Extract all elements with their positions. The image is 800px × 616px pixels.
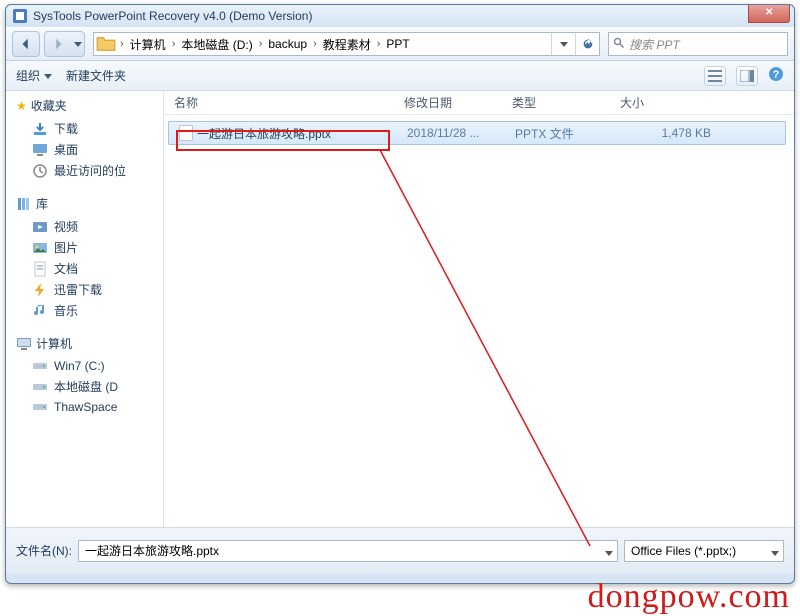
breadcrumb-item[interactable]: 本地磁盘 (D:) (177, 36, 256, 53)
breadcrumb-item[interactable]: backup (264, 37, 311, 51)
sidebar-item-downloads[interactable]: 下载 (16, 118, 159, 139)
file-list: 名称 修改日期 类型 大小 一起游日本旅游攻略.pptx 2018/11/28 … (164, 91, 794, 527)
sidebar-item-videos[interactable]: 视频 (16, 216, 159, 237)
drive-icon (32, 399, 48, 415)
breadcrumb-item[interactable]: 教程素材 (319, 36, 375, 53)
new-folder-button[interactable]: 新建文件夹 (66, 67, 126, 84)
file-name: 一起游日本旅游攻略.pptx (197, 125, 331, 142)
col-date[interactable]: 修改日期 (404, 94, 512, 111)
sidebar-item-thunder[interactable]: 迅雷下载 (16, 279, 159, 300)
nav-history-dropdown[interactable] (71, 31, 85, 57)
back-button[interactable] (12, 31, 40, 57)
forward-button[interactable] (44, 31, 72, 57)
file-icon (179, 125, 193, 141)
sidebar-item-drive-c[interactable]: Win7 (C:) (16, 356, 159, 376)
search-icon (613, 37, 625, 52)
organize-menu[interactable]: 组织 (16, 67, 52, 84)
file-date: 2018/11/28 ... (407, 126, 515, 140)
preview-pane-button[interactable] (736, 66, 758, 86)
col-type[interactable]: 类型 (512, 94, 620, 111)
refresh-button[interactable] (575, 33, 599, 55)
filename-input[interactable]: 一起游日本旅游攻略.pptx (78, 540, 618, 562)
drive-icon (32, 379, 48, 395)
col-size[interactable]: 大小 (620, 94, 720, 111)
sidebar-item-documents[interactable]: 文档 (16, 258, 159, 279)
app-icon (12, 8, 28, 24)
thunder-icon (32, 282, 48, 298)
breadcrumb-item[interactable]: 计算机 (126, 36, 170, 53)
file-row[interactable]: 一起游日本旅游攻略.pptx 2018/11/28 ... PPTX 文件 1,… (168, 121, 786, 145)
recent-icon (32, 163, 48, 179)
favorites-header[interactable]: ★ 收藏夹 (16, 97, 159, 114)
window-controls (749, 5, 790, 23)
titlebar: SysTools PowerPoint Recovery v4.0 (Demo … (6, 5, 794, 27)
help-button[interactable]: ? (768, 66, 784, 85)
document-icon (32, 261, 48, 277)
download-icon (32, 121, 48, 137)
search-input[interactable]: 搜索 PPT (608, 32, 788, 56)
sidebar-item-recent[interactable]: 最近访问的位 (16, 160, 159, 181)
column-headers[interactable]: 名称 修改日期 类型 大小 (164, 91, 794, 115)
library-icon (16, 196, 32, 212)
svg-text:?: ? (773, 69, 780, 81)
file-size: 1,478 KB (623, 126, 723, 140)
breadcrumb-dropdown[interactable] (551, 33, 575, 55)
drive-icon (32, 358, 48, 374)
navigation-bar: › 计算机 › 本地磁盘 (D:) › backup › 教程素材 › PPT … (6, 27, 794, 61)
desktop-icon (32, 142, 48, 158)
breadcrumb[interactable]: › 计算机 › 本地磁盘 (D:) › backup › 教程素材 › PPT (93, 32, 600, 56)
libraries-header[interactable]: 库 (16, 195, 159, 212)
col-name[interactable]: 名称 (174, 94, 404, 111)
music-icon (32, 303, 48, 319)
chevron-down-icon[interactable] (605, 546, 613, 560)
search-placeholder: 搜索 PPT (629, 36, 680, 53)
toolbar: 组织 新建文件夹 ? (6, 61, 794, 91)
footer: 文件名(N): 一起游日本旅游攻略.pptx Office Files (*.p… (6, 527, 794, 573)
sidebar-item-music[interactable]: 音乐 (16, 300, 159, 321)
sidebar: ★ 收藏夹 下载 桌面 最近访问的位 库 视频 图片 文档 迅雷下载 音乐 (6, 91, 164, 527)
sidebar-item-thawspace[interactable]: ThawSpace (16, 397, 159, 417)
file-dialog-window: SysTools PowerPoint Recovery v4.0 (Demo … (5, 4, 795, 584)
chevron-down-icon[interactable] (771, 546, 779, 560)
folder-icon (96, 34, 116, 54)
computer-icon (16, 336, 32, 352)
filetype-dropdown[interactable]: Office Files (*.pptx;) (624, 540, 784, 562)
file-type: PPTX 文件 (515, 125, 623, 142)
video-icon (32, 219, 48, 235)
sidebar-item-drive-d[interactable]: 本地磁盘 (D (16, 376, 159, 397)
star-icon: ★ (16, 99, 27, 113)
window-title: SysTools PowerPoint Recovery v4.0 (Demo … (33, 9, 312, 23)
filename-label: 文件名(N): (16, 542, 72, 559)
computer-header[interactable]: 计算机 (16, 335, 159, 352)
sidebar-item-desktop[interactable]: 桌面 (16, 139, 159, 160)
breadcrumb-item[interactable]: PPT (382, 37, 413, 51)
close-button[interactable] (748, 5, 790, 23)
view-options-button[interactable] (704, 66, 726, 86)
sidebar-item-pictures[interactable]: 图片 (16, 237, 159, 258)
picture-icon (32, 240, 48, 256)
